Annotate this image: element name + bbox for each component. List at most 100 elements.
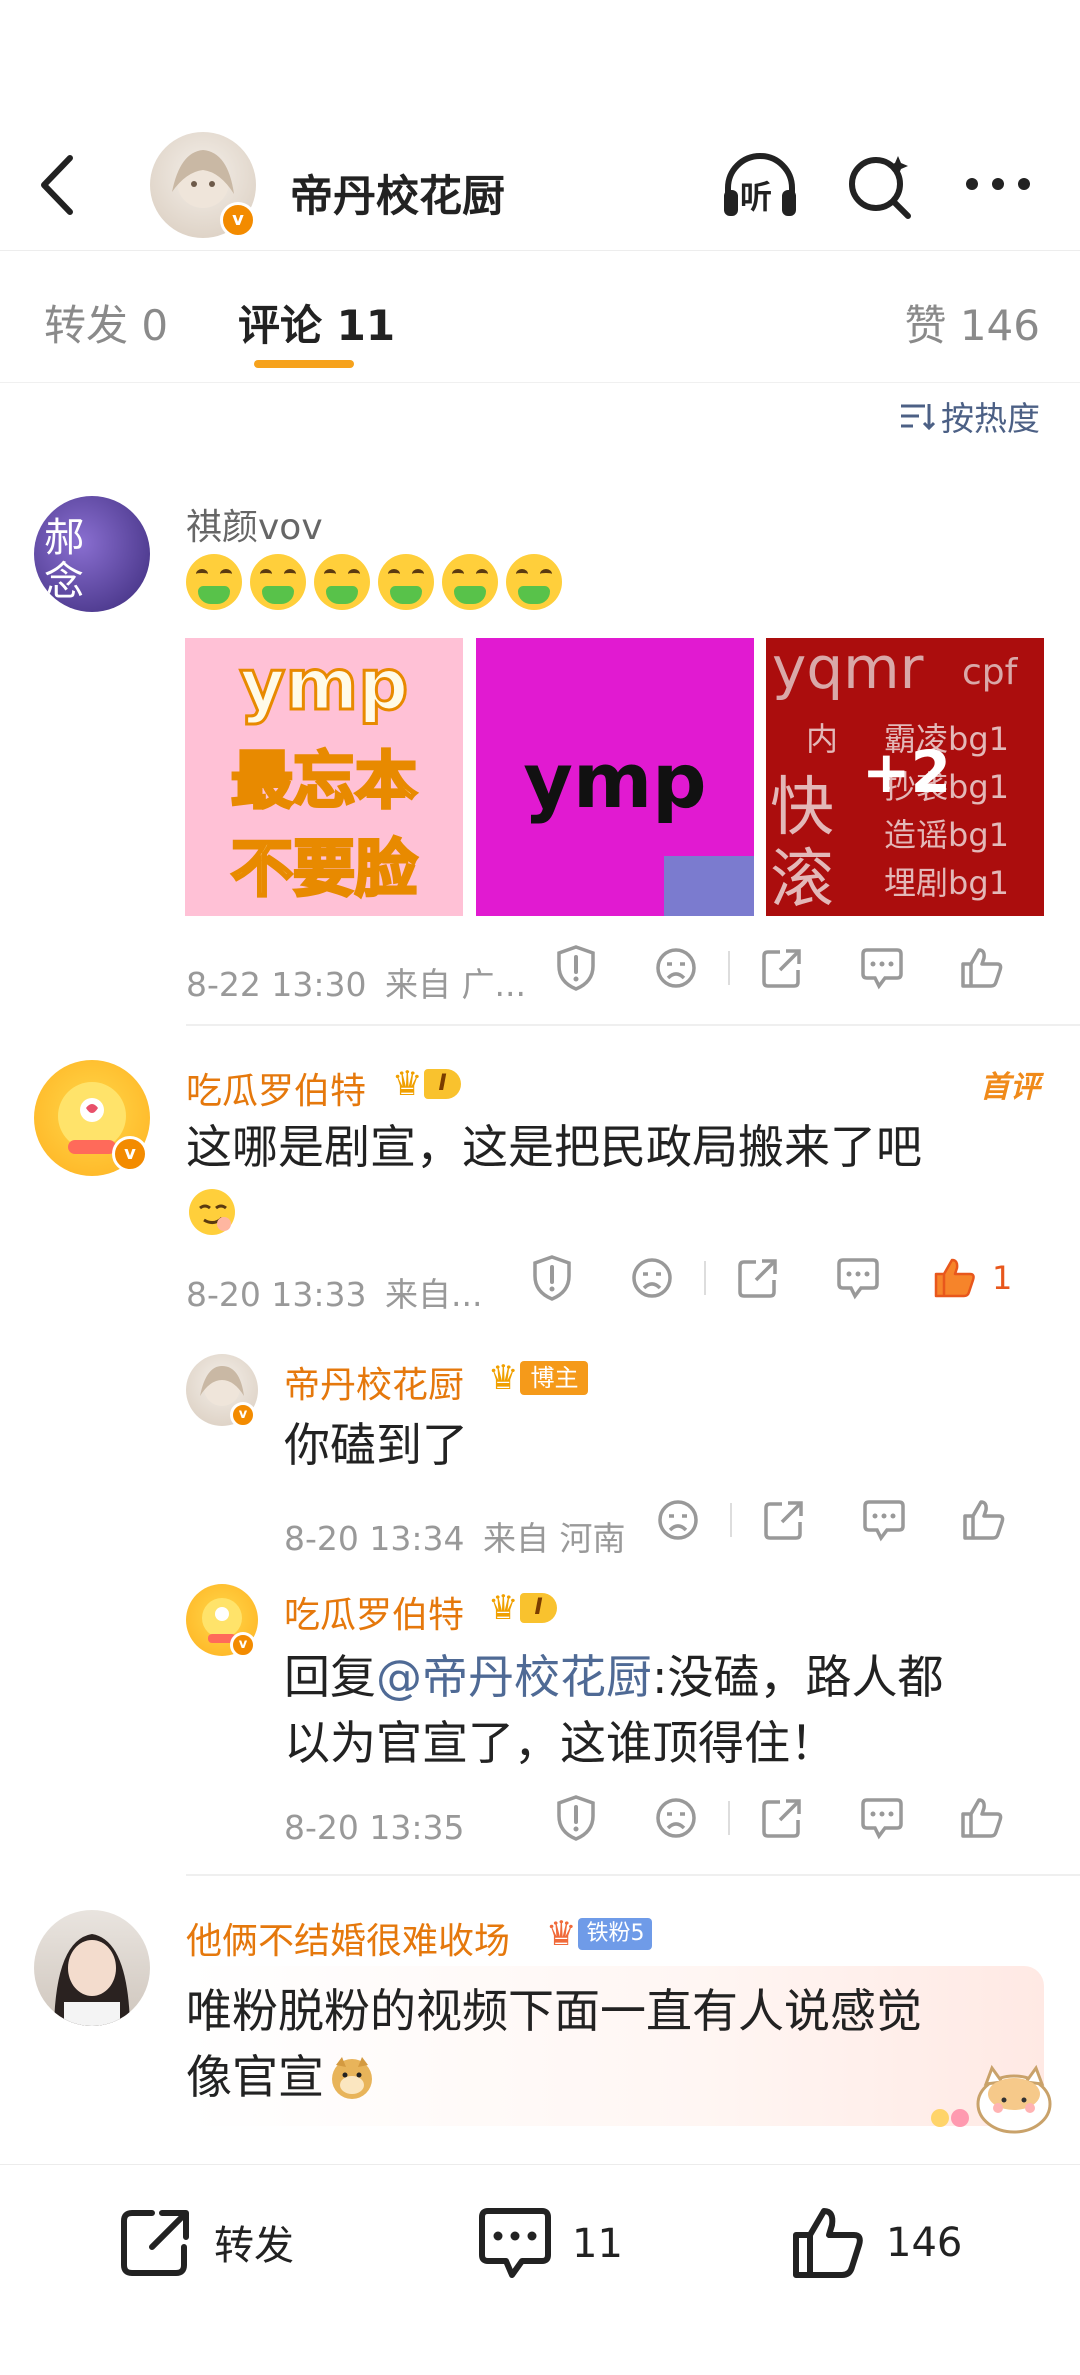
verified-badge-icon: v bbox=[230, 1402, 256, 1428]
bottom-action-bar: 转发 11 146 bbox=[0, 2164, 1080, 2375]
sort-by-hot-button[interactable]: 按热度 bbox=[899, 392, 1040, 440]
replier-username[interactable]: 帝丹校花厨 bbox=[284, 1356, 464, 1408]
reply-time: 8-20 13:35 bbox=[284, 1808, 465, 1847]
verified-badge-icon: v bbox=[112, 1136, 148, 1172]
dislike-button[interactable] bbox=[628, 1498, 728, 1542]
top-header: v 帝丹校花厨 听 bbox=[0, 120, 1080, 251]
replier-username[interactable]: 吃瓜罗伯特 bbox=[284, 1586, 464, 1638]
shield-alert-icon bbox=[557, 945, 595, 991]
reply-actions bbox=[526, 1794, 1032, 1842]
reply-button[interactable] bbox=[834, 1498, 934, 1542]
more-dots-icon bbox=[966, 178, 1030, 190]
author-name-title[interactable]: 帝丹校花厨 bbox=[290, 162, 505, 224]
like-button[interactable] bbox=[932, 1796, 1032, 1840]
tab-comments[interactable]: 评论 11 bbox=[238, 292, 395, 353]
commenter-username[interactable]: 祺颜vov bbox=[186, 498, 323, 550]
crown-icon: ♛ bbox=[546, 1914, 577, 1954]
post-time: 8-22 13:30 bbox=[186, 965, 367, 1004]
thumbs-up-icon bbox=[963, 1500, 1005, 1540]
image3-char-gun: 滚 bbox=[770, 843, 834, 916]
comment-divider bbox=[186, 1874, 1080, 1876]
crown-icon: ♛ bbox=[488, 1358, 519, 1398]
vomit-emoji-icon bbox=[506, 554, 562, 610]
reply-button[interactable] bbox=[832, 946, 932, 990]
tab-likes-label: 赞 bbox=[904, 301, 947, 350]
image2-corner-block bbox=[664, 856, 754, 916]
report-button[interactable] bbox=[502, 1254, 602, 1302]
comment-icon bbox=[861, 948, 903, 990]
reply-text: 回复@帝丹校花厨:没磕，路人都 bbox=[284, 1646, 944, 1708]
image3-subtitle: cpf bbox=[962, 652, 1018, 693]
smirk-emoji-icon bbox=[186, 1186, 238, 1238]
comment-text: 这哪是剧宣，这是把民政局搬来了吧 bbox=[186, 1120, 922, 1174]
comment-text-line2-text: 像官宣 bbox=[186, 2050, 324, 2104]
share-button[interactable] bbox=[708, 1256, 808, 1300]
dislike-button[interactable] bbox=[626, 1796, 726, 1840]
like-button[interactable] bbox=[934, 1498, 1034, 1542]
thumbs-up-icon bbox=[793, 2208, 863, 2278]
back-button[interactable] bbox=[30, 150, 90, 220]
reply-button[interactable] bbox=[808, 1256, 908, 1300]
back-arrow-icon bbox=[41, 155, 73, 215]
reply-button[interactable] bbox=[832, 1796, 932, 1840]
author-badge-label: 博主 bbox=[520, 1361, 589, 1395]
dislike-button[interactable] bbox=[626, 946, 726, 990]
like-button-liked[interactable]: 1 bbox=[908, 1256, 1052, 1300]
bottom-like-button[interactable]: 146 bbox=[790, 2205, 962, 2281]
author-badge: ♛ 博主 bbox=[488, 1358, 589, 1398]
comment-icon bbox=[861, 1798, 903, 1840]
search-button[interactable] bbox=[846, 150, 916, 222]
listen-button[interactable]: 听 bbox=[718, 150, 802, 222]
reply-meta: 8-20 13:34 来自 河南 bbox=[284, 1512, 626, 1560]
emoji-row bbox=[186, 554, 570, 610]
share-icon bbox=[121, 2210, 189, 2276]
reply-time: 8-20 13:34 bbox=[284, 1519, 465, 1558]
vomit-emoji-icon bbox=[314, 554, 370, 610]
post-image-3[interactable]: yqmr cpf 内 霸凌bg1 快 抄袭bg1 滚 造谣bg1 埋剧bg1 +… bbox=[766, 638, 1044, 916]
comment-icon bbox=[479, 2208, 551, 2278]
shield-alert-icon bbox=[557, 1795, 595, 1841]
like-button[interactable] bbox=[932, 946, 1032, 990]
image1-line3: 不要脸 bbox=[229, 831, 418, 907]
more-button[interactable] bbox=[962, 164, 1034, 204]
cat-sticker-icon bbox=[920, 2054, 1060, 2134]
reply-text-line2: 以为官宣了，这谁顶得住！ bbox=[284, 1716, 836, 1770]
commenter-username[interactable]: 吃瓜罗伯特 bbox=[186, 1062, 366, 1114]
tab-comments-count: 11 bbox=[336, 301, 396, 350]
bottom-comment-button[interactable]: 11 bbox=[476, 2205, 623, 2283]
share-button[interactable] bbox=[732, 946, 832, 990]
mention-link[interactable]: @帝丹校花厨 bbox=[376, 1650, 652, 1704]
reply-source: 来自 河南 bbox=[483, 1519, 626, 1558]
share-button[interactable] bbox=[734, 1498, 834, 1542]
share-button[interactable] bbox=[732, 1796, 832, 1840]
level-label: I bbox=[424, 1069, 461, 1099]
report-button[interactable] bbox=[526, 1794, 626, 1842]
commenter-avatar[interactable] bbox=[34, 1910, 150, 2026]
post-image-2[interactable]: ymp bbox=[476, 638, 754, 916]
report-button[interactable] bbox=[526, 944, 626, 992]
image3-char-nei: 内 bbox=[806, 720, 839, 758]
avatar-calligraphy: 郝念 bbox=[44, 515, 84, 605]
commenter-username[interactable]: 他俩不结婚很难收场 bbox=[186, 1912, 510, 1964]
action-separator bbox=[730, 1503, 732, 1537]
bottom-repost-button[interactable]: 转发 bbox=[118, 2205, 294, 2279]
tab-bar: 转发 0 评论 11 赞 146 bbox=[0, 250, 1080, 383]
comment-icon bbox=[837, 1258, 879, 1300]
post-image-1[interactable]: ymp 最忘本 不要脸 bbox=[185, 638, 463, 916]
sort-icon bbox=[901, 404, 935, 431]
fan-badge: ♛ 铁粉5 bbox=[546, 1914, 653, 1954]
verified-badge-icon: v bbox=[230, 1632, 256, 1658]
tab-likes[interactable]: 赞 146 bbox=[904, 292, 1040, 353]
tab-repost[interactable]: 转发 0 bbox=[44, 292, 168, 353]
commenter-avatar[interactable]: 郝念 bbox=[34, 496, 150, 612]
sad-face-icon bbox=[656, 948, 696, 988]
comment-icon bbox=[863, 1500, 905, 1542]
dislike-button[interactable] bbox=[602, 1256, 702, 1300]
bottom-like-count: 146 bbox=[886, 2220, 963, 2266]
thumbs-up-icon bbox=[961, 948, 1003, 988]
fan-level-badge: ♛ I bbox=[488, 1588, 557, 1628]
comment-divider bbox=[186, 1024, 1080, 1026]
fan-level-badge: ♛ I bbox=[392, 1064, 461, 1104]
image2-text: ymp bbox=[523, 736, 707, 825]
sad-face-icon bbox=[632, 1258, 672, 1298]
